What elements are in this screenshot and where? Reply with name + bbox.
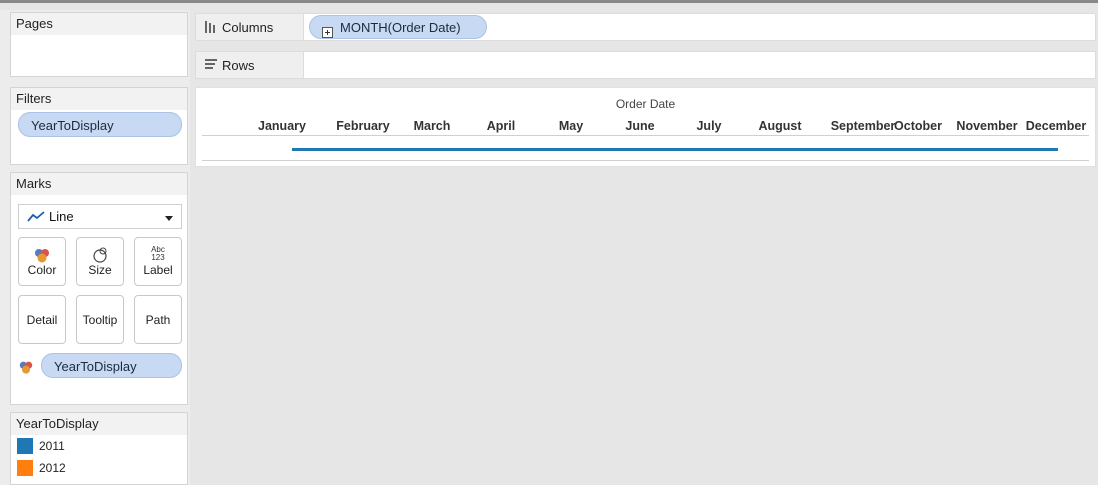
rows-shelf-header: Rows	[196, 52, 304, 78]
label-icon-123: 123	[151, 253, 165, 262]
legend-title: YearToDisplay	[11, 413, 187, 435]
tooltip-button[interactable]: Tooltip	[76, 295, 124, 344]
label-label: Label	[143, 263, 173, 277]
path-label: Path	[145, 313, 171, 327]
month-header[interactable]: October	[883, 119, 953, 133]
mark-type-label: Line	[49, 209, 74, 224]
month-header[interactable]: November	[952, 119, 1022, 133]
legend-label-2011[interactable]: 2011	[39, 439, 65, 453]
rows-label: Rows	[222, 58, 255, 73]
view-canvas[interactable]: Order Date January February March April May J…	[195, 87, 1096, 167]
filters-card[interactable]: Filters YearToDisplay	[10, 87, 188, 165]
month-header[interactable]: January	[247, 119, 317, 133]
expand-plus-icon[interactable]	[322, 22, 333, 46]
size-button[interactable]: Size	[76, 237, 124, 286]
label-icon: Abc 123	[135, 246, 181, 262]
marks-card: Marks Line Color Size Abc 123 Label Deta…	[10, 172, 188, 405]
month-header[interactable]: August	[745, 119, 815, 133]
color-encoding-icon	[18, 359, 34, 378]
month-header[interactable]: February	[328, 119, 398, 133]
filter-pill-yeartodisplay[interactable]: YearToDisplay	[18, 112, 182, 137]
order-date-header: Order Date	[615, 97, 676, 111]
line-chart-icon	[27, 211, 45, 226]
legend-swatch-2012[interactable]	[17, 460, 33, 476]
size-label: Size	[88, 263, 112, 277]
tooltip-label: Tooltip	[82, 313, 118, 327]
chevron-down-icon	[165, 216, 173, 221]
detail-label: Detail	[26, 313, 58, 327]
month-header[interactable]: July	[674, 119, 744, 133]
label-button[interactable]: Abc 123 Label	[134, 237, 182, 286]
filters-title: Filters	[11, 88, 187, 110]
columns-icon	[204, 20, 216, 37]
view-background	[195, 168, 1096, 485]
columns-shelf[interactable]: Columns MONTH(Order Date)	[195, 13, 1096, 41]
marks-title: Marks	[11, 173, 187, 195]
legend-card: YearToDisplay 2011 2012	[10, 412, 188, 485]
columns-shelf-header: Columns	[196, 14, 304, 40]
pages-title: Pages	[11, 13, 187, 35]
rows-icon	[204, 58, 218, 73]
month-header[interactable]: May	[536, 119, 606, 133]
window-top-border	[0, 0, 1098, 3]
month-header[interactable]: December	[1021, 119, 1091, 133]
color-pill-yeartodisplay[interactable]: YearToDisplay	[41, 353, 182, 378]
columns-label: Columns	[222, 20, 274, 35]
path-button[interactable]: Path	[134, 295, 182, 344]
color-label: Color	[27, 263, 57, 277]
legend-label-2012[interactable]: 2012	[39, 461, 66, 475]
color-button[interactable]: Color	[18, 237, 66, 286]
rows-shelf[interactable]: Rows	[195, 51, 1096, 79]
month-header[interactable]: June	[605, 119, 675, 133]
month-header[interactable]: March	[397, 119, 467, 133]
mark-type-dropdown[interactable]: Line	[18, 204, 182, 229]
column-pill-month-order-date[interactable]: MONTH(Order Date)	[309, 15, 487, 39]
detail-button[interactable]: Detail	[18, 295, 66, 344]
line-mark-2011[interactable]	[292, 148, 1058, 151]
column-pill-label: MONTH(Order Date)	[340, 20, 461, 35]
header-divider	[202, 135, 1089, 136]
month-header[interactable]: April	[466, 119, 536, 133]
pane-divider	[202, 160, 1089, 161]
legend-swatch-2011[interactable]	[17, 438, 33, 454]
pages-card[interactable]: Pages	[10, 12, 188, 77]
